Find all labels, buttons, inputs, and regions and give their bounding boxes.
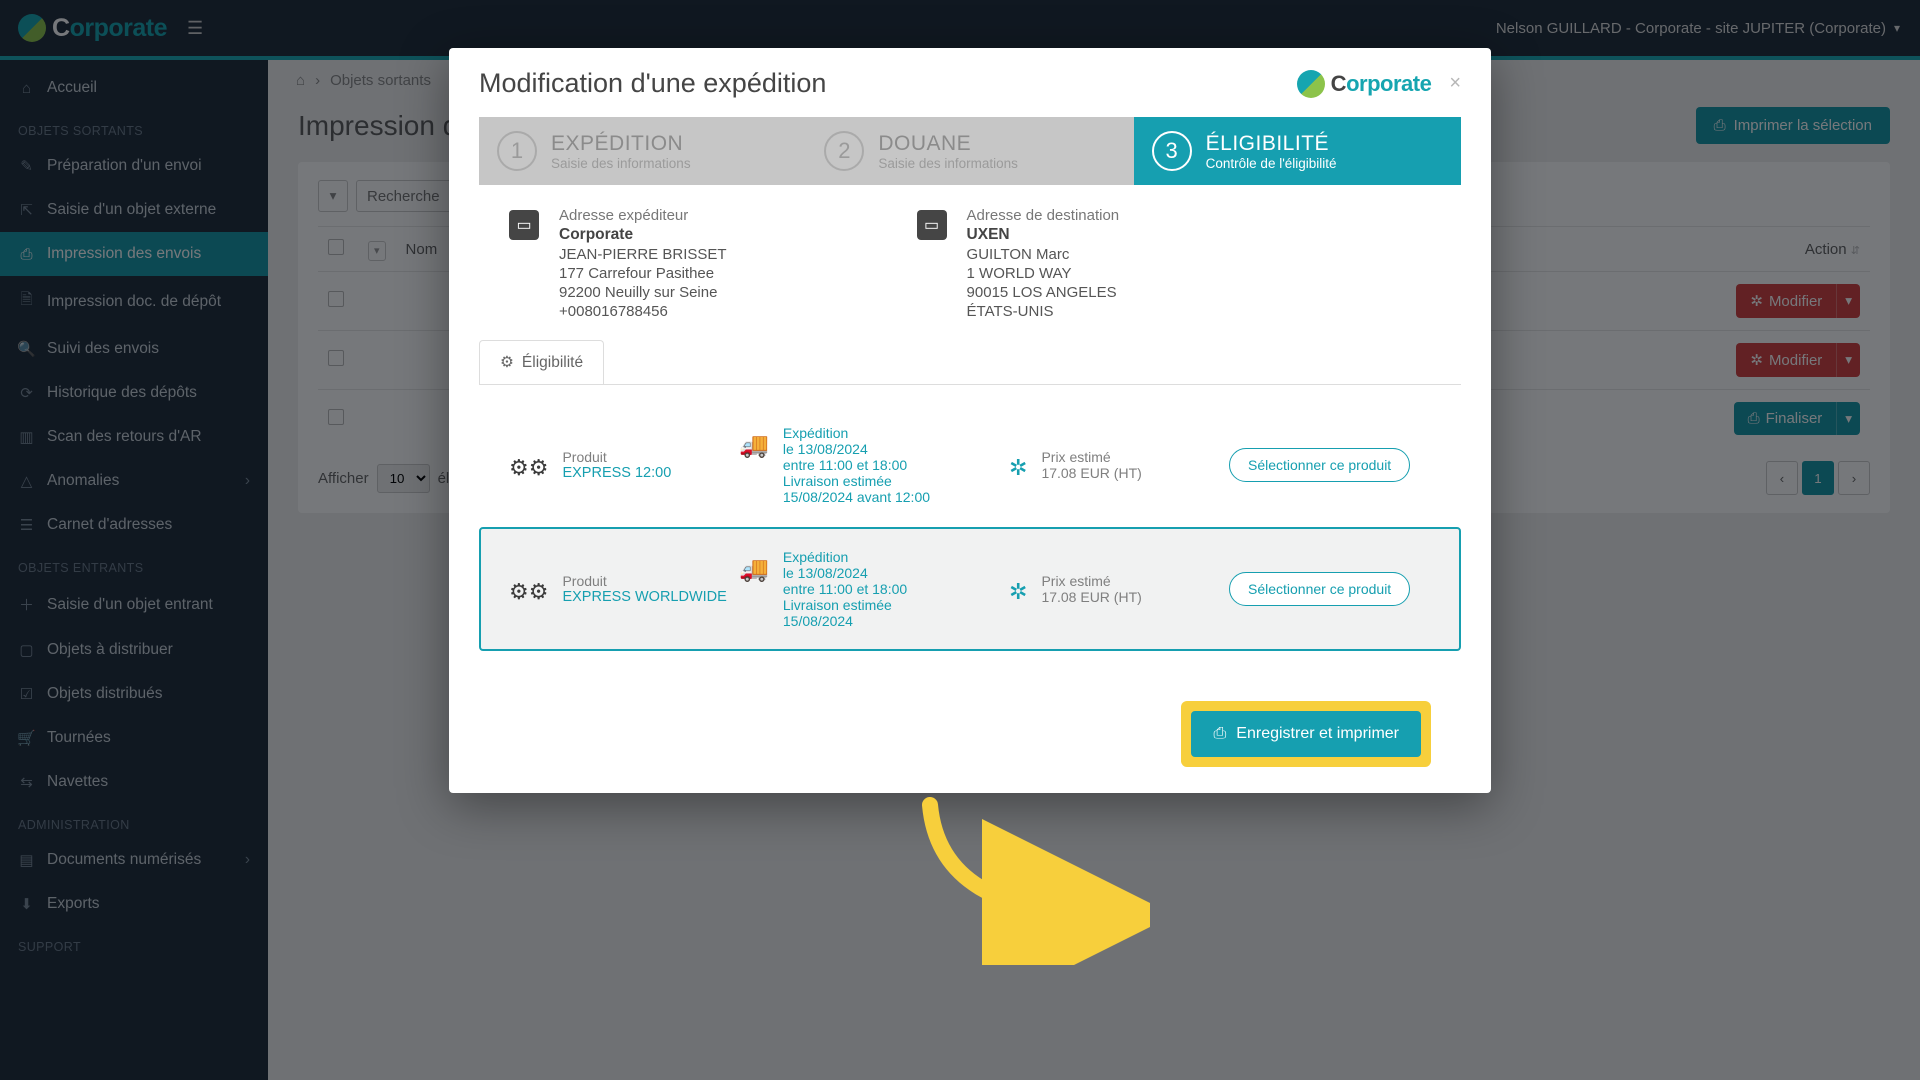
modal-title: Modification d'une expédition [479, 68, 826, 99]
gears-icon: ⚙⚙ [509, 455, 548, 481]
id-card-icon: ▭ [509, 210, 539, 240]
gear-icon: ✲ [1009, 455, 1027, 481]
destination-address: ▭ Adresse de destination UXEN GUILTON Ma… [917, 207, 1120, 320]
select-product-button[interactable]: Sélectionner ce produit [1229, 572, 1410, 606]
print-icon: ⎙ [1213, 725, 1226, 743]
wizard-steps: 1 EXPÉDITIONSaisie des informations 2 DO… [479, 117, 1461, 185]
product-option[interactable]: ⚙⚙ ProduitEXPRESS 12:00 🚚 Expéditionle 1… [479, 403, 1461, 527]
step-eligibilite[interactable]: 3 ÉLIGIBILITÉContrôle de l'éligibilité [1134, 117, 1461, 185]
logo-mark-icon [1297, 70, 1325, 98]
save-print-button[interactable]: ⎙ Enregistrer et imprimer [1191, 711, 1421, 757]
product-option[interactable]: ⚙⚙ ProduitEXPRESS WORLDWIDE 🚚 Expédition… [479, 527, 1461, 651]
id-card-icon: ▭ [917, 210, 947, 240]
select-product-button[interactable]: Sélectionner ce produit [1229, 448, 1410, 482]
gears-icon: ⚙⚙ [509, 579, 548, 605]
truck-icon: 🚚 [739, 431, 769, 460]
gears-icon: ⚙ [500, 353, 514, 372]
sender-address: ▭ Adresse expéditeur Corporate JEAN-PIER… [509, 207, 727, 320]
modal-logo: Corporate [1279, 70, 1432, 98]
modal-edit-shipment: Modification d'une expédition Corporate … [449, 48, 1491, 793]
close-icon[interactable]: × [1449, 72, 1461, 95]
gear-icon: ✲ [1009, 579, 1027, 605]
tab-eligibilite[interactable]: ⚙ Éligibilité [479, 340, 604, 384]
step-douane[interactable]: 2 DOUANESaisie des informations [806, 117, 1133, 185]
truck-icon: 🚚 [739, 555, 769, 584]
step-expedition[interactable]: 1 EXPÉDITIONSaisie des informations [479, 117, 806, 185]
highlight-annotation: ⎙ Enregistrer et imprimer [1181, 701, 1431, 767]
